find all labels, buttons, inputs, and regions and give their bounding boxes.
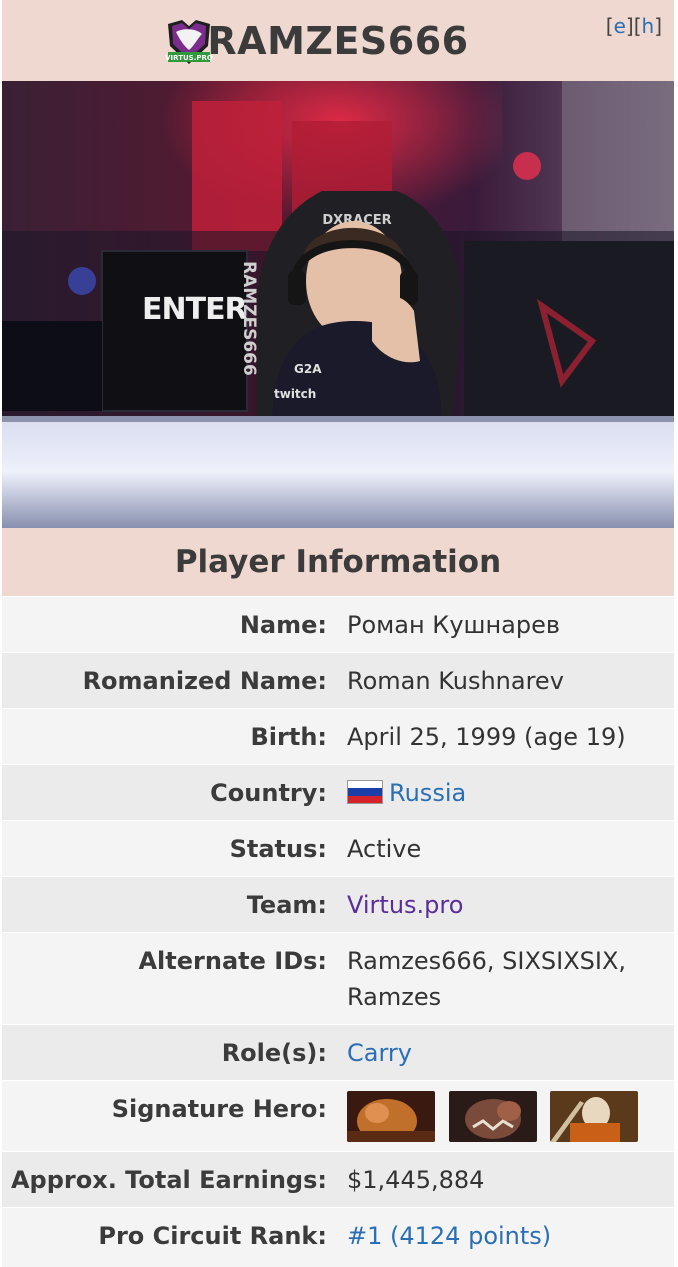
label-birth: Birth: <box>250 723 327 751</box>
team-link[interactable]: Virtus.pro <box>347 891 463 919</box>
label-status: Status: <box>229 835 327 863</box>
info-row-status: Status: Active <box>2 820 674 876</box>
flag-stripe-white <box>348 781 382 789</box>
info-row-team: Team: Virtus.pro <box>2 876 674 932</box>
country-link[interactable]: Russia <box>389 779 466 807</box>
info-row-country: Country: Russia <box>2 764 674 820</box>
infobox-header: VIRTUS.PRO RAMZES666 [e][h] <box>2 0 674 81</box>
info-table: Name: Роман Кушнарев Romanized Name: Rom… <box>2 596 674 1267</box>
section-title-player-information: Player Information <box>2 528 674 596</box>
pro-circuit-rank-link[interactable]: #1 (4124 points) <box>347 1222 551 1250</box>
label-country: Country: <box>210 779 327 807</box>
info-row-romanized-name: Romanized Name: Roman Kushnarev <box>2 652 674 708</box>
player-infobox: VIRTUS.PRO RAMZES666 [e][h] DXRACER G2A … <box>2 0 674 1267</box>
role-link-carry[interactable]: Carry <box>347 1039 412 1067</box>
label-signature-hero: Signature Hero: <box>111 1095 327 1123</box>
flag-stripe-blue <box>348 788 382 796</box>
hero-portrait-2-icon[interactable] <box>448 1091 537 1142</box>
bracket-middle: ][ <box>625 14 642 38</box>
value-status: Active <box>347 835 422 863</box>
label-romanized-name: Romanized Name: <box>82 667 327 695</box>
player-photo-image: DXRACER G2A twitch ENTER RAMZES666 <box>2 81 674 528</box>
svg-text:RAMZES666: RAMZES666 <box>239 261 259 376</box>
label-team: Team: <box>246 891 327 919</box>
svg-text:ENTER: ENTER <box>142 292 248 327</box>
label-alternate-ids: Alternate IDs: <box>138 947 327 975</box>
label-earnings: Approx. Total Earnings: <box>10 1166 327 1194</box>
value-earnings: $1,445,884 <box>347 1166 485 1194</box>
value-romanized-name: Roman Kushnarev <box>347 667 564 695</box>
hero-portrait-1-icon[interactable] <box>347 1091 435 1142</box>
alternate-ids-line-1: Ramzes666, SIXSIXSIX, <box>347 947 627 975</box>
value-signature-hero <box>337 1091 674 1142</box>
value-birth: April 25, 1999 (age 19) <box>347 723 626 751</box>
hero-portrait-3-icon[interactable] <box>550 1091 639 1142</box>
value-pro-circuit-rank: #1 (4124 points) <box>337 1218 674 1254</box>
label-name: Name: <box>239 611 327 639</box>
value-team: Virtus.pro <box>337 887 674 923</box>
svg-text:G2A: G2A <box>294 362 322 376</box>
flag-stripe-red <box>348 795 382 803</box>
edit-links: [e][h] <box>606 14 662 38</box>
edit-link[interactable]: e <box>614 14 626 38</box>
info-row-signature-hero: Signature Hero: <box>2 1080 674 1151</box>
history-link[interactable]: h <box>642 14 655 38</box>
team-logo-icon[interactable]: VIRTUS.PRO <box>164 16 214 68</box>
svg-text:twitch: twitch <box>274 387 316 401</box>
svg-text:VIRTUS.PRO: VIRTUS.PRO <box>165 54 213 62</box>
info-row-roles: Role(s): Carry <box>2 1024 674 1080</box>
bracket-close: ] <box>654 14 662 38</box>
russia-flag-icon[interactable] <box>347 780 383 804</box>
player-name: RAMZES666 <box>207 18 469 63</box>
label-pro-circuit-rank: Pro Circuit Rank: <box>98 1222 327 1250</box>
info-row-earnings: Approx. Total Earnings: $1,445,884 <box>2 1151 674 1207</box>
info-row-alternate-ids: Alternate IDs: Ramzes666, SIXSIXSIX, Ram… <box>2 932 674 1024</box>
info-row-name: Name: Роман Кушнарев <box>2 596 674 652</box>
value-alternate-ids: Ramzes666, SIXSIXSIX, Ramzes <box>337 943 674 1015</box>
value-name: Роман Кушнарев <box>347 611 561 639</box>
value-roles: Carry <box>337 1035 674 1071</box>
alternate-ids-line-2: Ramzes <box>347 983 442 1011</box>
player-photo[interactable]: DXRACER G2A twitch ENTER RAMZES666 <box>2 81 674 528</box>
label-roles: Role(s): <box>221 1039 327 1067</box>
value-country: Russia <box>337 775 674 811</box>
info-row-pro-circuit-rank: Pro Circuit Rank: #1 (4124 points) <box>2 1207 674 1267</box>
info-row-birth: Birth: April 25, 1999 (age 19) <box>2 708 674 764</box>
bracket-open: [ <box>605 14 614 38</box>
